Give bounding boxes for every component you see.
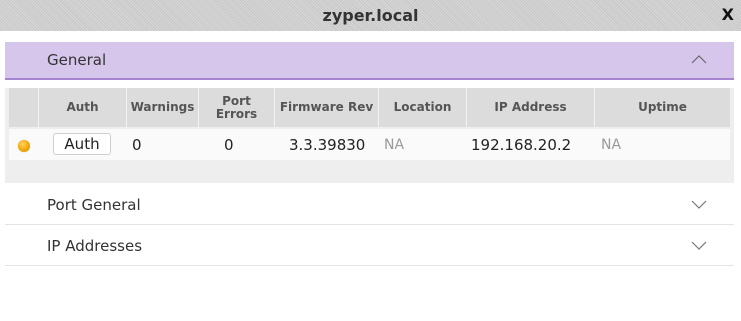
header-uptime: Uptime <box>595 88 730 127</box>
window-titlebar: zyper.local X <box>0 0 741 31</box>
cell-firmware-rev: 3.3.39830 <box>289 135 366 154</box>
header-status-col <box>9 88 39 127</box>
table-header: Auth Warnings Port Errors Firmware Rev L… <box>9 88 730 127</box>
chevron-up-icon[interactable] <box>691 54 707 64</box>
header-location: Location <box>379 88 467 127</box>
cell-uptime: NA <box>601 136 622 153</box>
close-button[interactable]: X <box>722 5 734 24</box>
section-ip-addresses-label: IP Addresses <box>47 237 143 255</box>
auth-button[interactable]: Auth <box>53 133 111 155</box>
section-port-general-header[interactable]: Port General <box>5 185 734 225</box>
chevron-down-icon[interactable] <box>691 241 707 251</box>
window-title: zyper.local <box>322 6 419 25</box>
header-auth: Auth <box>39 88 127 127</box>
general-table-panel: Auth Warnings Port Errors Firmware Rev L… <box>5 88 734 183</box>
cell-port-errors: 0 <box>224 135 234 154</box>
cell-ip-address: 192.168.20.2 <box>471 135 572 154</box>
device-window: zyper.local X General Auth Warnings Port… <box>0 0 741 321</box>
section-general-header[interactable]: General <box>5 42 734 80</box>
chevron-down-icon[interactable] <box>691 200 707 210</box>
cell-location: NA <box>384 136 405 153</box>
section-port-general-label: Port General <box>47 196 141 214</box>
header-ip-address: IP Address <box>467 88 595 127</box>
table-row: Auth 0 0 3.3.39830 NA 192.168.20.2 NA <box>9 129 730 160</box>
section-ip-addresses-header[interactable]: IP Addresses <box>5 226 734 266</box>
status-dot-icon <box>18 140 30 152</box>
header-warnings: Warnings <box>127 88 199 127</box>
header-firmware-rev: Firmware Rev <box>275 88 379 127</box>
section-general-label: General <box>47 51 107 69</box>
header-port-errors: Port Errors <box>199 88 275 127</box>
cell-warnings: 0 <box>132 135 142 154</box>
